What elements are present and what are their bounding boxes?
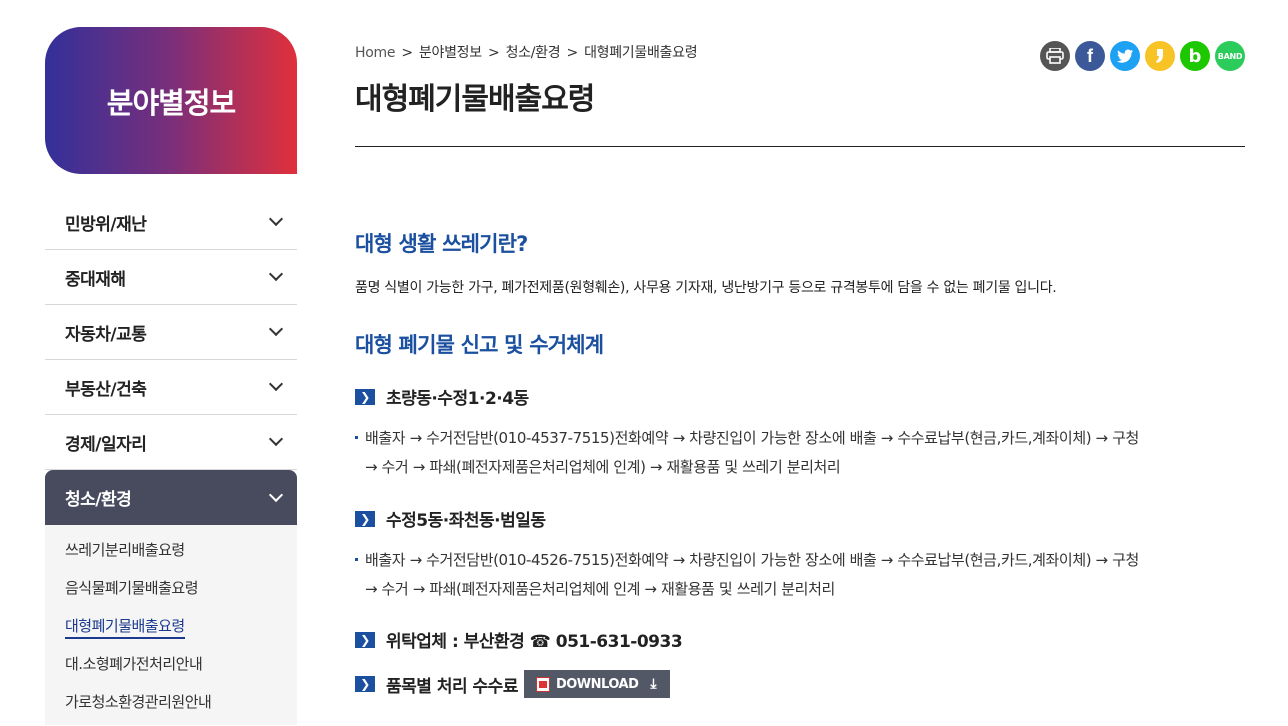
- chevron-down-icon: [268, 321, 284, 337]
- contractor-heading: ❯ 위탁업체 : 부산환경 ☎ 051-631-0933: [355, 627, 683, 652]
- sidebar-item-traffic[interactable]: 자동차/교통: [45, 305, 297, 360]
- sidebar-item-label: 자동차/교통: [65, 324, 147, 345]
- sidebar-item-label: 중대재해: [65, 269, 126, 290]
- facebook-icon: f: [1087, 45, 1093, 66]
- section-title-bulky-waste: 대형 생활 쓰레기란?: [355, 232, 528, 256]
- breadcrumb-level2[interactable]: 청소/환경: [506, 45, 561, 61]
- chevron-down-icon: [268, 211, 284, 227]
- chevron-right-icon: ❯: [355, 676, 375, 692]
- submenu-item-label: 대형폐기물배출요령: [65, 617, 185, 639]
- download-arrow-icon: ⤓: [650, 676, 657, 692]
- chevron-down-icon: [268, 266, 284, 282]
- download-label: DOWNLOAD: [555, 676, 639, 692]
- print-button[interactable]: [1040, 41, 1070, 71]
- chevron-down-icon: [268, 431, 284, 447]
- area-heading: ❯ 초량동·수정1·2·4동: [355, 384, 529, 409]
- process-line: 배출자 → 수거전담반(010-4537-7515)전화예약 → 차량진입이 가…: [365, 429, 1139, 447]
- download-button[interactable]: DOWNLOAD ⤓: [523, 670, 671, 698]
- area-name: 초량동·수정1·2·4동: [386, 389, 529, 409]
- chevron-right-icon: ❯: [355, 510, 375, 527]
- chevron-right-icon: ❯: [355, 631, 375, 648]
- process-description: 배출자 → 수거전담반(010-4537-7515)전화예약 → 차량진입이 가…: [355, 424, 1225, 482]
- submenu-item-appliance[interactable]: 대.소형폐가전처리안내: [45, 645, 297, 683]
- breadcrumb-separator: >: [566, 45, 578, 61]
- submenu-item-food-waste[interactable]: 음식물폐기물배출요령: [45, 569, 297, 607]
- sidebar-item-real-estate[interactable]: 부동산/건축: [45, 360, 297, 415]
- kakaostory-share-button[interactable]: [1145, 41, 1175, 71]
- facebook-share-button[interactable]: f: [1075, 41, 1105, 71]
- process-line: → 수거 → 파쇄(폐전자제품은처리업체에 인계 → 재활용품 및 쓰레기 분리…: [365, 580, 835, 598]
- title-divider: [355, 146, 1245, 147]
- breadcrumb-separator: >: [401, 45, 413, 61]
- sidebar-menu: 민방위/재난 중대재해 자동차/교통 부동산/건축 경제/일자리 청소/환경 쓰…: [45, 195, 297, 725]
- fee-heading: ❯ 품목별 처리 수수료 DOWNLOAD ⤓: [355, 670, 671, 698]
- blog-icon: b: [1188, 45, 1202, 67]
- share-toolbar: f b BAND: [1040, 41, 1245, 71]
- band-share-button[interactable]: BAND: [1215, 41, 1245, 71]
- submenu-item-label: 쓰레기분리배출요령: [65, 541, 185, 559]
- process-line: → 수거 → 파쇄(폐전자제품은처리업체에 인계) → 재활용품 및 쓰레기 분…: [365, 458, 841, 476]
- sidebar-title: 분야별정보: [45, 27, 297, 174]
- section-description: 품명 식별이 가능한 가구, 폐가전제품(원형훼손), 사무용 기자재, 냉난방…: [355, 280, 1057, 296]
- submenu-item-street-cleaning[interactable]: 가로청소환경관리원안내: [45, 683, 297, 721]
- sidebar-item-serious-accident[interactable]: 중대재해: [45, 250, 297, 305]
- area-name: 수정5동·좌천동·범일동: [386, 511, 546, 531]
- submenu-item-recycling[interactable]: 쓰레기분리배출요령: [45, 531, 297, 569]
- blog-share-button[interactable]: b: [1180, 41, 1210, 71]
- breadcrumb-level1[interactable]: 분야별정보: [419, 45, 482, 61]
- process-line: 배출자 → 수거전담반(010-4526-7515)전화예약 → 차량진입이 가…: [365, 551, 1139, 569]
- sidebar: 분야별정보 민방위/재난 중대재해 자동차/교통 부동산/건축 경제/일자리 청…: [45, 27, 297, 725]
- contractor-info: 위탁업체 : 부산환경 ☎ 051-631-0933: [386, 632, 683, 652]
- page-title: 대형폐기물배출요령: [355, 82, 595, 117]
- submenu-item-label: 가로청소환경관리원안내: [65, 693, 212, 711]
- twitter-share-button[interactable]: [1110, 41, 1140, 71]
- sidebar-submenu: 쓰레기분리배출요령 음식물폐기물배출요령 대형폐기물배출요령 대.소형폐가전처리…: [45, 525, 297, 725]
- process-description: 배출자 → 수거전담반(010-4526-7515)전화예약 → 차량진입이 가…: [355, 546, 1225, 604]
- sidebar-item-label: 청소/환경: [65, 490, 132, 510]
- chevron-down-icon: [268, 487, 284, 502]
- section-title-report-system: 대형 폐기물 신고 및 수거체계: [355, 333, 604, 357]
- area-heading: ❯ 수정5동·좌천동·범일동: [355, 506, 546, 531]
- submenu-item-label: 대.소형폐가전처리안내: [65, 655, 203, 673]
- kakaostory-icon: [1156, 49, 1163, 63]
- breadcrumb: Home > 분야별정보 > 청소/환경 > 대형폐기물배출요령: [355, 42, 698, 62]
- submenu-item-bulky-waste[interactable]: 대형폐기물배출요령: [45, 607, 297, 645]
- band-icon: BAND: [1217, 51, 1243, 61]
- sidebar-item-cleaning[interactable]: 청소/환경: [45, 470, 297, 525]
- breadcrumb-home[interactable]: Home: [355, 45, 395, 61]
- sidebar-item-label: 민방위/재난: [65, 214, 147, 235]
- chevron-right-icon: ❯: [355, 388, 375, 405]
- chevron-down-icon: [268, 376, 284, 392]
- breadcrumb-current: 대형폐기물배출요령: [584, 45, 698, 61]
- submenu-item-label: 음식물폐기물배출요령: [65, 579, 199, 597]
- printer-icon: [1046, 48, 1064, 64]
- twitter-icon: [1117, 49, 1133, 63]
- sidebar-item-label: 경제/일자리: [65, 434, 147, 455]
- breadcrumb-separator: >: [487, 45, 500, 61]
- sidebar-item-civil-defense[interactable]: 민방위/재난: [45, 195, 297, 250]
- sidebar-item-label: 부동산/건축: [65, 379, 147, 400]
- sidebar-item-economy[interactable]: 경제/일자리: [45, 415, 297, 470]
- hwp-file-icon: [535, 676, 550, 692]
- fee-label: 품목별 처리 수수료: [386, 676, 518, 697]
